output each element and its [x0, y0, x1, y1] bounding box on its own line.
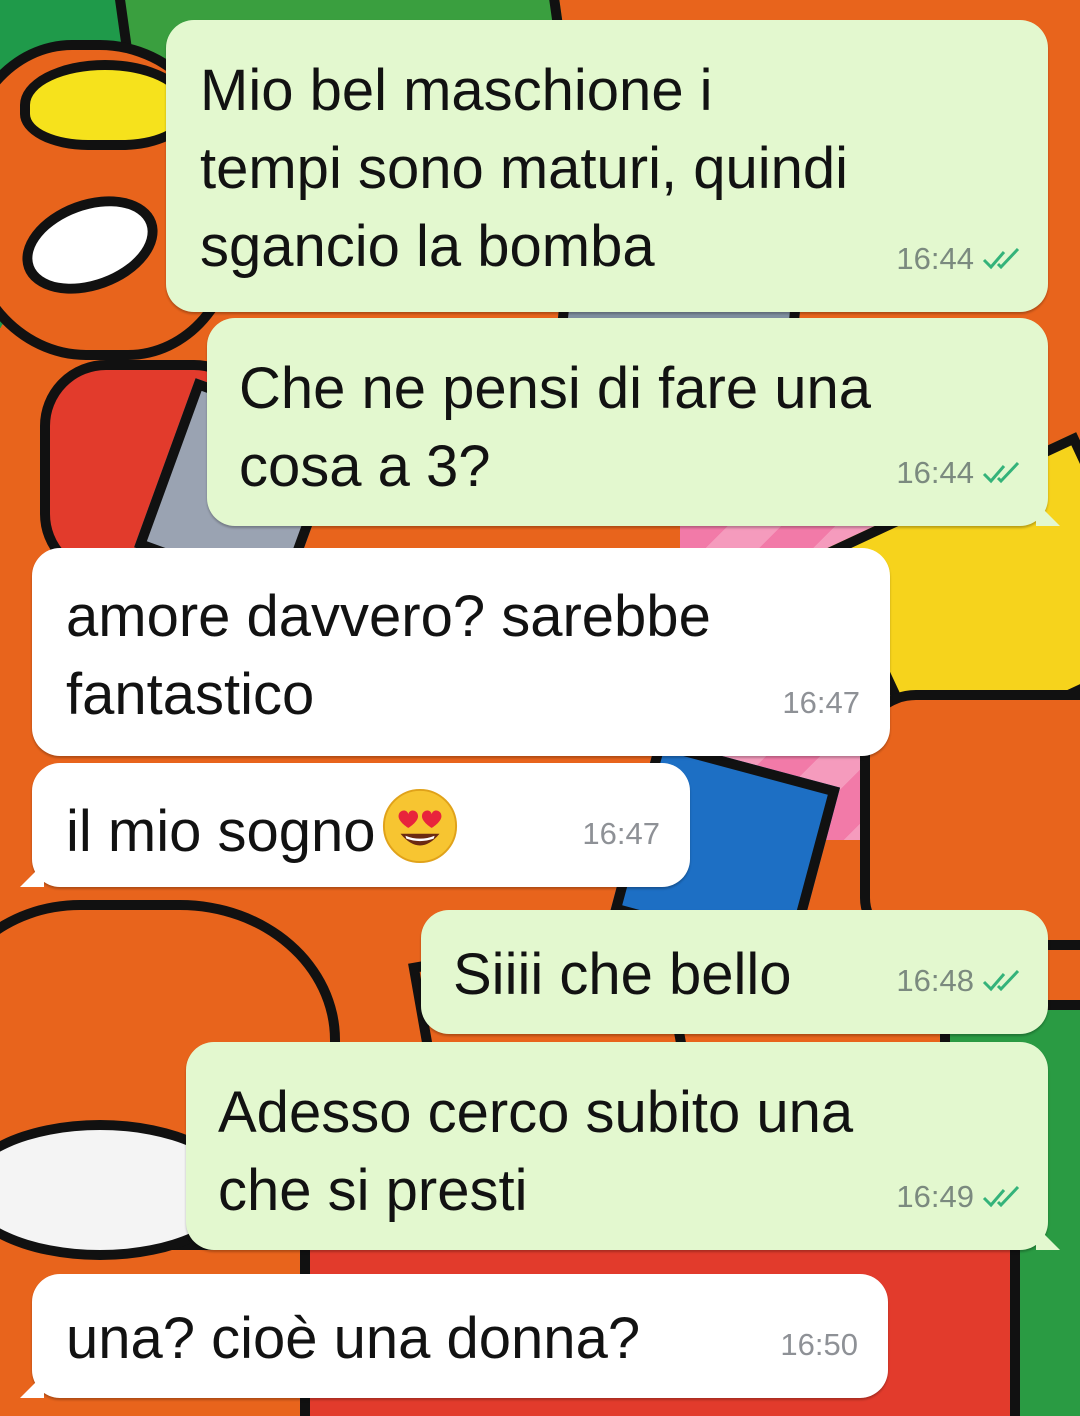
- chat-message-list[interactable]: Mio bel maschione i tempi sono maturi, q…: [0, 0, 1080, 1416]
- message-meta: 16:44: [896, 434, 1026, 512]
- message-meta: 16:44: [896, 220, 1026, 298]
- heart-eyes-emoji-icon: [383, 788, 458, 864]
- bubble-tail-icon: [1036, 1226, 1060, 1250]
- message-time: 16:47: [582, 816, 660, 851]
- message-meta: 16:47: [782, 664, 860, 742]
- message-bubble-outgoing[interactable]: Mio bel maschione i tempi sono maturi, q…: [166, 20, 1048, 312]
- read-ticks-icon: [982, 461, 1020, 484]
- message-meta: 16:49: [896, 1158, 1026, 1236]
- read-ticks-icon: [982, 1185, 1020, 1208]
- read-ticks-icon: [982, 247, 1020, 270]
- message-time: 16:44: [896, 455, 974, 490]
- message-time: 16:47: [782, 685, 860, 720]
- message-text: Mio bel maschione i tempi sono maturi, q…: [200, 58, 848, 279]
- message-text: una? cioè una donna?: [66, 1306, 641, 1371]
- message-meta: 16:48: [896, 942, 1026, 1020]
- bubble-tail-icon: [1036, 502, 1060, 526]
- bubble-tail-icon: [20, 1374, 44, 1398]
- message-time: 16:50: [780, 1327, 858, 1362]
- message-time: 16:48: [896, 963, 974, 998]
- message-bubble-outgoing[interactable]: Adesso cerco subito una che si presti 16…: [186, 1042, 1060, 1250]
- message-bubble-incoming[interactable]: il mio sogno 16:47: [20, 763, 690, 887]
- message-bubble-outgoing[interactable]: Che ne pensi di fare una cosa a 3? 16:44: [207, 318, 1060, 526]
- message-time: 16:49: [896, 1179, 974, 1214]
- read-ticks-icon: [982, 969, 1020, 992]
- message-meta: 16:50: [780, 1306, 858, 1384]
- message-bubble-outgoing[interactable]: Siiii che bello 16:48: [421, 910, 1048, 1034]
- message-time: 16:44: [896, 241, 974, 276]
- message-meta: 16:47: [582, 795, 660, 873]
- bubble-tail-icon: [20, 863, 44, 887]
- message-text: amore davvero? sarebbe fantastico: [66, 584, 711, 727]
- message-bubble-incoming[interactable]: una? cioè una donna? 16:50: [20, 1274, 888, 1398]
- message-text: il mio sogno: [66, 799, 376, 864]
- message-bubble-incoming[interactable]: amore davvero? sarebbe fantastico 16:47: [32, 548, 890, 756]
